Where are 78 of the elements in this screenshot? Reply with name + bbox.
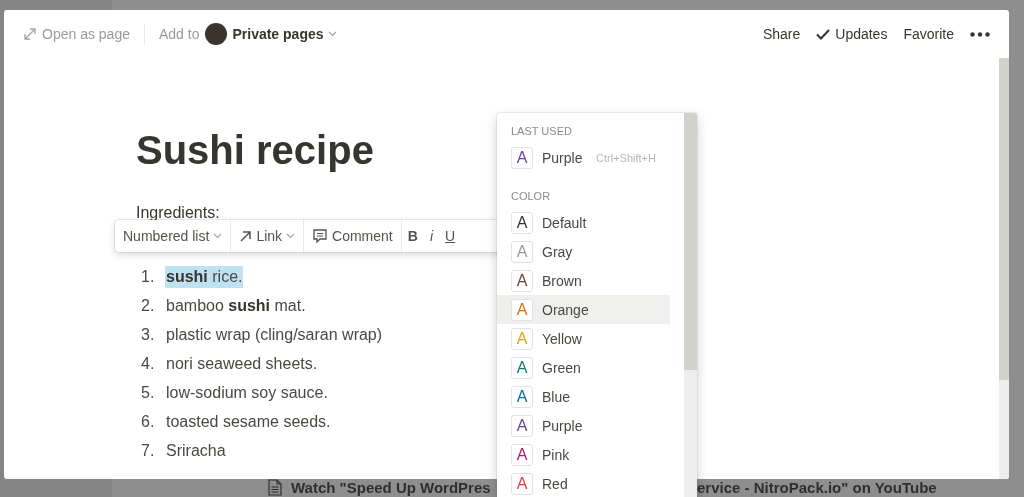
color-label: Brown	[542, 272, 582, 289]
section-heading: COLOR	[510, 189, 552, 204]
comment-icon	[312, 228, 329, 244]
background-link-text: ervice - NitroPack.io" on YouTube	[697, 478, 937, 496]
color-swatch-icon: A	[511, 146, 533, 169]
color-label: Purple	[542, 417, 583, 434]
more-button[interactable]	[970, 31, 990, 37]
color-swatch-icon: A	[511, 327, 533, 350]
section-heading: LAST USED	[510, 124, 573, 139]
color-option[interactable]: A Blue	[497, 382, 670, 411]
updates-button[interactable]: Updates	[816, 26, 888, 42]
list-item-text: Sriracha	[165, 440, 227, 461]
avatar	[205, 23, 228, 45]
color-option[interactable]: A Purple Ctrl+Shift+H	[497, 143, 670, 172]
color-swatch-icon: A	[511, 443, 533, 466]
shortcut-text: Ctrl+Shift+H	[596, 151, 656, 164]
chevron-down-icon	[213, 233, 223, 239]
italic-button[interactable]: i	[423, 220, 439, 252]
color-option[interactable]: A Brown	[497, 266, 670, 295]
bold-button[interactable]: B	[401, 220, 424, 252]
link-button[interactable]: Link	[231, 220, 305, 252]
color-swatch-icon: A	[511, 240, 533, 263]
color-label: Yellow	[542, 330, 582, 347]
color-option[interactable]: A Default	[497, 208, 670, 237]
header-button[interactable]: Share	[762, 26, 801, 42]
header-button[interactable]: Favorite	[903, 26, 954, 42]
color-swatch-icon: A	[511, 356, 533, 379]
list-number: 3.	[141, 325, 156, 344]
list-item-text: sushi rice.	[165, 265, 244, 288]
comment-button[interactable]: Comment	[304, 220, 402, 252]
color-label: Red	[542, 475, 568, 492]
list-item-text: toasted sesame seeds.	[165, 411, 332, 432]
list-number: 6.	[141, 412, 156, 431]
list-item-text: low-sodium soy sauce.	[165, 382, 329, 403]
list-number: 5.	[141, 383, 156, 402]
check-icon	[816, 28, 831, 40]
color-swatch-icon: A	[511, 414, 533, 437]
color-swatch-icon: A	[511, 211, 533, 234]
list-item-text: bamboo sushi mat.	[165, 295, 307, 316]
list-number: 4.	[141, 354, 156, 373]
ingredients-heading: Ingredients:	[136, 203, 220, 223]
list-item-text: plastic wrap (cling/saran wrap)	[165, 324, 384, 345]
color-option[interactable]: A Pink	[497, 440, 670, 469]
color-swatch-icon: A	[511, 269, 533, 292]
color-label: Default	[542, 214, 587, 231]
color-option[interactable]: A Red	[497, 469, 670, 497]
color-label: Green	[542, 359, 581, 376]
color-label: Pink	[542, 446, 570, 463]
color-label: Gray	[542, 243, 573, 260]
color-label: Orange	[542, 301, 589, 318]
color-option[interactable]: A Green	[497, 353, 670, 382]
color-swatch-icon: A	[511, 298, 533, 321]
block-type-dropdown[interactable]: Numbered list	[115, 220, 232, 252]
color-option[interactable]: A Yellow	[497, 324, 670, 353]
list-item-text: nori seaweed sheets.	[165, 353, 319, 374]
list-number: 1.	[141, 267, 156, 286]
background-link-text: Watch "Speed Up WordPres	[291, 478, 491, 496]
underline-button[interactable]: U	[439, 220, 462, 252]
chevron-down-icon	[286, 233, 296, 239]
chevron-down-icon	[327, 31, 337, 37]
list-number: 2.	[141, 296, 156, 315]
arrow-icon	[239, 229, 253, 243]
color-label: Purple	[542, 149, 583, 166]
color-swatch-icon: A	[511, 472, 533, 495]
more-icon	[970, 31, 990, 37]
page-title: Sushi recipe	[136, 127, 374, 174]
list-number: 7.	[141, 441, 156, 460]
document-icon	[268, 478, 282, 496]
color-option[interactable]: A Gray	[497, 237, 670, 266]
color-option[interactable]: A Purple	[497, 411, 670, 440]
expand-icon	[24, 28, 36, 40]
location-dropdown[interactable]: Private pages	[232, 26, 337, 42]
scrollbar[interactable]	[684, 113, 697, 497]
color-label: Blue	[542, 388, 571, 405]
add-to-label: Add to	[158, 26, 200, 42]
color-swatch-icon: A	[511, 385, 533, 408]
scrollbar[interactable]	[999, 58, 1009, 479]
color-option[interactable]: A Orange	[497, 295, 670, 324]
